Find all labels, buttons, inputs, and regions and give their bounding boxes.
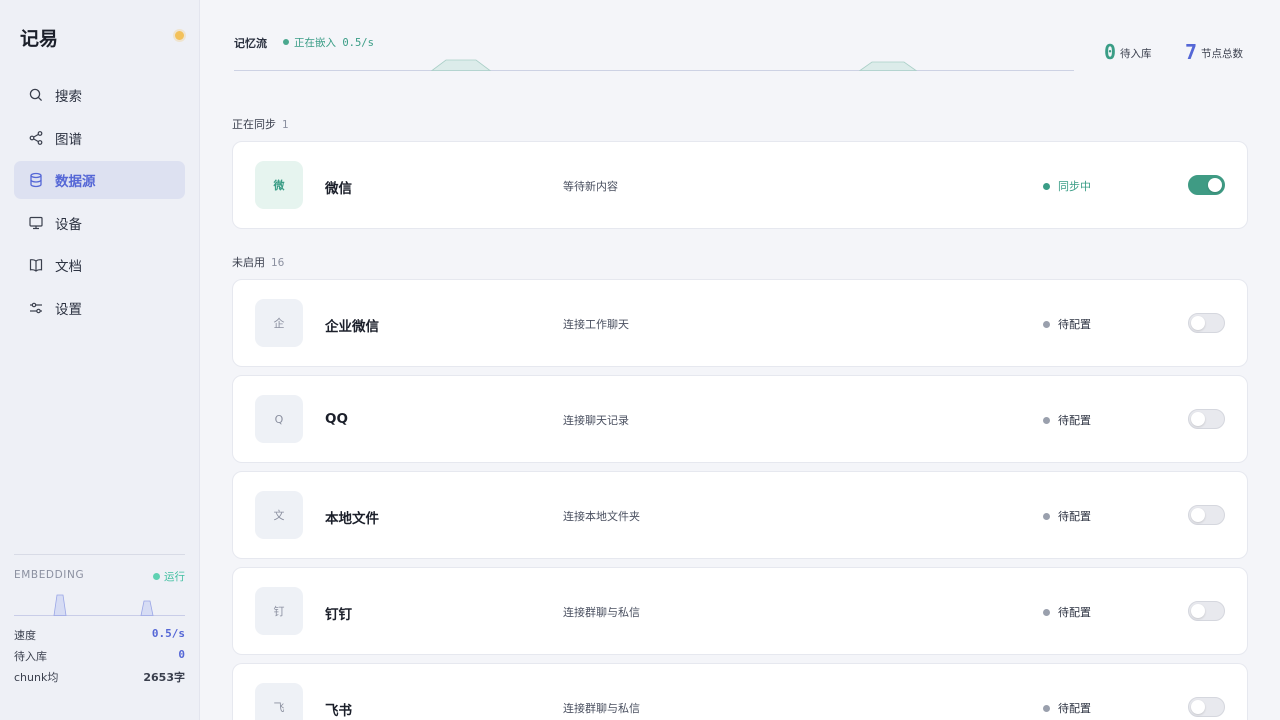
database-icon [28,172,44,188]
source-desc: 等待新内容 [563,180,618,193]
source-desc: 连接工作聊天 [563,318,629,331]
sidebar: 记易 搜索 图谱 数据源 设备 文档 设置 EMBEDDING 运行 速度 0.… [0,0,200,720]
share-icon [28,130,44,146]
status-badge: 待配置 [1043,604,1091,620]
toggle-knob [1191,508,1205,522]
source-card-local-files[interactable]: 文 本地文件 连接本地文件夹 待配置 [232,471,1248,559]
toggle-knob [1191,604,1205,618]
source-toggle[interactable] [1188,505,1225,525]
sidebar-nav: 搜索 图谱 数据源 设备 文档 设置 [14,76,185,331]
status-dot-icon [283,39,289,45]
status-dot-icon [153,573,160,580]
source-name: 本地文件 [325,511,379,527]
source-name: 飞书 [325,703,352,719]
embedding-row-pending: 待入库 0 [14,648,185,663]
sidebar-item-graph[interactable]: 图谱 [14,119,185,157]
source-name: QQ [325,411,348,427]
sidebar-item-label: 设备 [55,216,82,233]
sidebar-item-label: 文档 [55,259,82,275]
status-badge: 待配置 [1043,412,1091,428]
embedding-status: 运行 [153,569,185,584]
sidebar-item-label: 搜索 [55,89,82,105]
status-badge: 待配置 [1043,700,1091,716]
source-desc: 连接群聊与私信 [563,606,640,619]
source-toggle[interactable] [1188,601,1225,621]
sun-icon[interactable] [175,31,184,40]
status-dot-icon [1043,609,1050,616]
status-dot-icon [1043,513,1050,520]
memory-stream-sparkline [234,59,1074,71]
source-desc: 连接聊天记录 [563,414,629,427]
embedding-row-speed: 速度 0.5/s [14,627,185,642]
source-card-wecom[interactable]: 企 企业微信 连接工作聊天 待配置 [232,279,1248,367]
source-card-dingtalk[interactable]: 钉 钉钉 连接群聊与私信 待配置 [232,567,1248,655]
status-dot-icon [1043,183,1050,190]
search-icon [28,87,44,103]
sidebar-item-label: 设置 [55,301,82,318]
source-desc: 连接群聊与私信 [563,702,640,715]
toggle-knob [1191,700,1205,714]
source-avatar: 飞 [255,683,303,720]
source-toggle[interactable] [1188,175,1225,195]
source-toggle[interactable] [1188,313,1225,333]
source-avatar: 钉 [255,587,303,635]
sidebar-item-devices[interactable]: 设备 [14,204,185,242]
toggle-knob [1191,412,1205,426]
sliders-icon [28,300,44,316]
source-name: 钉钉 [325,607,352,623]
stat-pending: 0 待入库 [1104,40,1152,64]
embedding-panel: EMBEDDING 运行 速度 0.5/s 待入库 0 chunk均 2653字 [14,554,185,684]
sidebar-item-settings[interactable]: 设置 [14,289,185,327]
stat-total-nodes: 7 节点总数 [1185,40,1244,64]
source-avatar: 企 [255,299,303,347]
source-toggle[interactable] [1188,409,1225,429]
main-content: 记忆流 正在嵌入 0.5/s 0 待入库 7 节点总数 正在同步 1 微 微信 等待新… [200,0,1280,720]
status-badge: 待配置 [1043,508,1091,524]
source-name: 微信 [325,181,352,197]
embedding-title: EMBEDDING [14,569,85,581]
source-desc: 连接本地文件夹 [563,510,640,523]
source-card-qq[interactable]: Q QQ 连接聊天记录 待配置 [232,375,1248,463]
status-badge: 同步中 [1043,178,1091,194]
toggle-knob [1208,178,1222,192]
sidebar-item-docs[interactable]: 文档 [14,246,185,284]
app-title: 记易 [20,28,59,50]
source-card-feishu[interactable]: 飞 飞书 连接群聊与私信 待配置 [232,663,1248,720]
section-disabled: 未启用 16 [232,256,285,269]
monitor-icon [28,215,44,231]
sidebar-item-label: 数据源 [55,174,96,190]
memory-stream-status: 正在嵌入 0.5/s [283,35,374,50]
source-card-wechat[interactable]: 微 微信 等待新内容 同步中 [232,141,1248,229]
toggle-knob [1191,316,1205,330]
source-avatar: 文 [255,491,303,539]
sidebar-item-search[interactable]: 搜索 [14,76,185,114]
source-avatar: 微 [255,161,303,209]
book-icon [28,257,44,273]
embedding-row-chunk: chunk均 2653字 [14,671,185,684]
embedding-sparkline [14,594,185,616]
sidebar-item-label: 图谱 [55,131,82,148]
status-dot-icon [1043,417,1050,424]
sidebar-item-datasource[interactable]: 数据源 [14,161,185,199]
source-avatar: Q [255,395,303,443]
memory-stream-title: 记忆流 [234,37,267,50]
status-badge: 待配置 [1043,316,1091,332]
source-toggle[interactable] [1188,697,1225,717]
status-dot-icon [1043,705,1050,712]
section-syncing: 正在同步 1 [232,118,289,131]
status-dot-icon [1043,321,1050,328]
source-name: 企业微信 [325,319,379,335]
